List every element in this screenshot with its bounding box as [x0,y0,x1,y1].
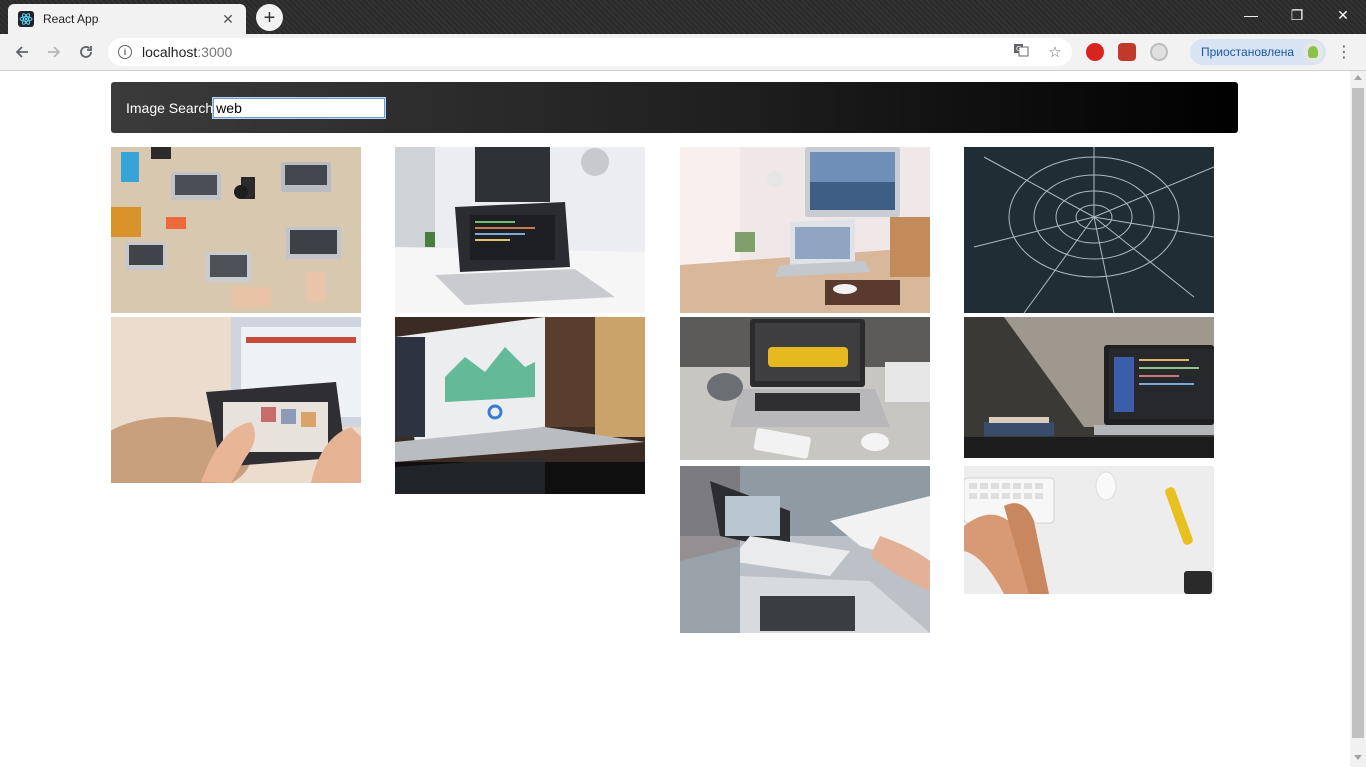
result-image[interactable] [964,147,1214,313]
reload-icon[interactable] [74,40,98,64]
avatar [1303,42,1323,62]
extension-gear-icon[interactable] [1150,43,1168,61]
address-bar[interactable]: i localhost:3000 G ☆ [108,38,1072,66]
page-viewport: Image Search [0,71,1350,767]
search-input[interactable] [212,96,387,119]
tab-title: React App [43,12,99,26]
forward-arrow-icon[interactable] [42,40,66,64]
profile-chip[interactable]: Приостановлена [1190,39,1326,65]
close-window-button[interactable]: ✕ [1320,0,1366,30]
search-header: Image Search [111,82,1238,133]
scroll-down-arrow-icon[interactable] [1354,755,1362,760]
adblock-extension-icon[interactable] [1086,43,1104,61]
search-label: Image Search [126,99,214,116]
menu-dots-icon[interactable]: ⋮ [1336,42,1352,62]
browser-tab[interactable]: React App ✕ [8,4,246,34]
result-image[interactable] [680,466,930,633]
url-host: localhost [142,44,198,60]
result-image[interactable] [680,147,930,313]
result-image[interactable] [964,317,1214,458]
result-image[interactable] [111,317,361,483]
result-image[interactable] [680,317,930,460]
url-port: :3000 [197,44,233,60]
new-tab-button[interactable]: + [256,4,283,31]
restore-button[interactable]: ❐ [1274,0,1320,30]
minimize-button[interactable]: — [1228,0,1274,30]
scrollbar-thumb[interactable] [1352,88,1364,738]
result-image[interactable] [111,147,361,313]
react-logo-icon [18,11,34,27]
browser-toolbar: i localhost:3000 G ☆ Приостановлена ⋮ [0,34,1366,71]
scroll-up-arrow-icon[interactable] [1354,75,1362,80]
back-arrow-icon[interactable] [10,40,34,64]
result-image[interactable] [964,466,1214,594]
result-image[interactable] [395,317,645,494]
tab-close-icon[interactable]: ✕ [220,11,236,28]
browser-titlebar: React App ✕ + — ❐ ✕ [0,0,1366,34]
translate-icon[interactable]: G [1012,42,1030,62]
result-image[interactable] [395,147,645,313]
info-icon[interactable]: i [118,45,132,59]
bookmark-star-icon[interactable]: ☆ [1046,43,1064,61]
profile-label: Приостановлена [1201,45,1295,59]
extension-icon[interactable] [1118,43,1136,61]
svg-text:G: G [1016,45,1021,53]
